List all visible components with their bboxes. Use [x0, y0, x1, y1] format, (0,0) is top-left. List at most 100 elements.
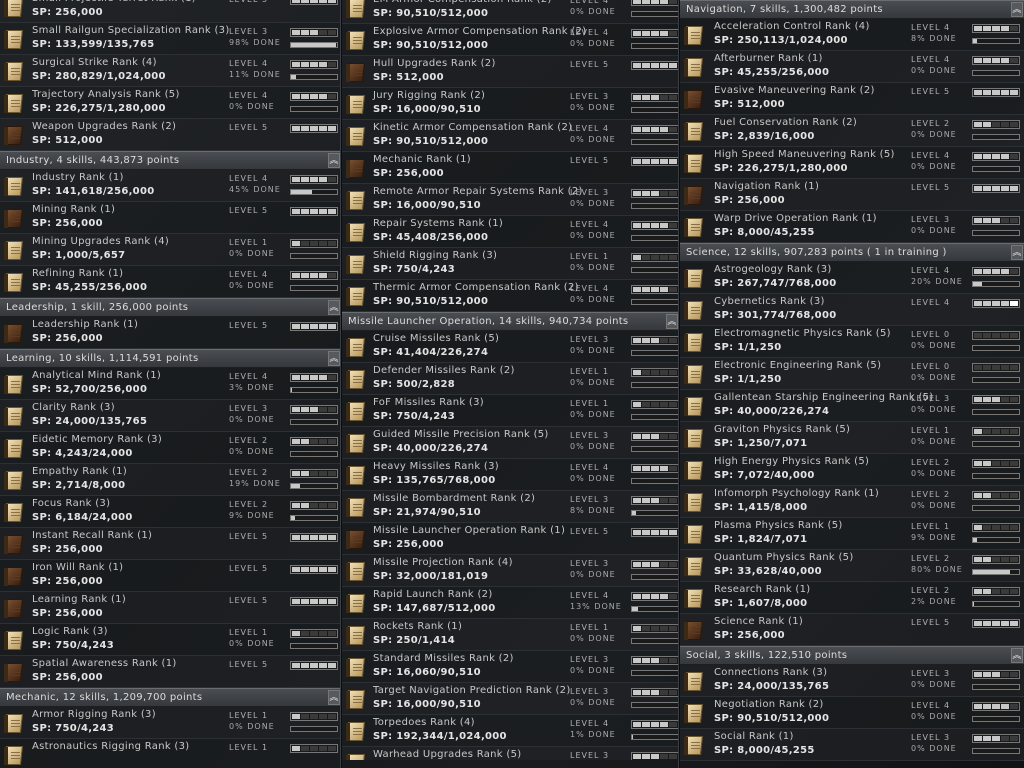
- skill-row[interactable]: Rapid Launch Rank (2) SP: 147,687/512,000…: [342, 587, 679, 619]
- skill-points: SP: 256,000: [32, 333, 103, 344]
- skill-name: Social Rank (1): [714, 731, 794, 742]
- group-header-navigation[interactable]: Navigation, 7 skills, 1,300,482 points ︽: [680, 0, 1024, 19]
- skill-row[interactable]: Shield Rigging Rank (3) SP: 750/4,243 LEVE…: [342, 248, 679, 280]
- collapse-icon[interactable]: ︽: [328, 300, 340, 315]
- skill-row[interactable]: Target Navigation Prediction Rank (2) SP:…: [342, 683, 679, 715]
- group-header-leadership[interactable]: Leadership, 1 skill, 256,000 points ︽: [0, 298, 341, 317]
- skill-row[interactable]: Social Rank (1) SP: 8,000/45,255 LEVEL 3 0%…: [680, 729, 1024, 761]
- training-progress-bar: [631, 11, 679, 17]
- skill-row[interactable]: Thermic Armor Compensation Rank (2) SP: 9…: [342, 280, 679, 312]
- skill-row[interactable]: Mechanic Rank (1) SP: 256,000 LEVEL 5: [342, 152, 679, 184]
- skill-row[interactable]: Standard Missiles Rank (2) SP: 16,060/90,…: [342, 651, 679, 683]
- skillbook-icon: [684, 459, 704, 481]
- skill-row[interactable]: Connections Rank (3) SP: 24,000/135,765 LE…: [680, 665, 1024, 697]
- group-header-learning[interactable]: Learning, 10 skills, 1,114,591 points ︽: [0, 349, 341, 368]
- skill-row[interactable]: Rockets Rank (1) SP: 250/1,414 LEVEL 1 0% D…: [342, 619, 679, 651]
- skill-row[interactable]: Warp Drive Operation Rank (1) SP: 8,000/4…: [680, 211, 1024, 243]
- skill-row[interactable]: Missile Projection Rank (4) SP: 32,000/18…: [342, 555, 679, 587]
- skill-row[interactable]: FoF Missiles Rank (3) SP: 750/4,243 LEVEL …: [342, 395, 679, 427]
- level-progress-text: 0% DONE: [911, 405, 957, 414]
- skill-row[interactable]: Gallentean Starship Engineering Rank (5)…: [680, 390, 1024, 422]
- skill-row[interactable]: Astronautics Rigging Rank (3) LEVEL 1: [0, 739, 341, 768]
- skill-row[interactable]: Missile Launcher Operation Rank (1) SP: 2…: [342, 523, 679, 555]
- skill-row[interactable]: Jury Rigging Rank (2) SP: 16,000/90,510 LE…: [342, 88, 679, 120]
- group-header-industry[interactable]: Industry, 4 skills, 443,873 points ︽: [0, 151, 341, 170]
- skill-row[interactable]: Cybernetics Rank (3) SP: 301,774/768,000 L…: [680, 294, 1024, 326]
- skill-row[interactable]: Astrogeology Rank (3) SP: 267,747/768,000…: [680, 262, 1024, 294]
- skill-row[interactable]: Iron Will Rank (1) SP: 256,000 LEVEL 5: [0, 560, 341, 592]
- skill-row[interactable]: Cruise Missiles Rank (5) SP: 41,404/226,2…: [342, 331, 679, 363]
- skill-row[interactable]: EM Armor Compensation Rank (2) SP: 90,510…: [342, 0, 679, 24]
- skill-points: SP: 16,000/90,510: [373, 104, 481, 115]
- skill-row[interactable]: Electronic Engineering Rank (5) SP: 1/1,2…: [680, 358, 1024, 390]
- collapse-icon[interactable]: ︽: [328, 153, 340, 168]
- skill-row[interactable]: Evasive Maneuvering Rank (2) SP: 512,000 L…: [680, 83, 1024, 115]
- collapse-icon[interactable]: ︽: [1011, 2, 1023, 17]
- skill-row[interactable]: Quantum Physics Rank (5) SP: 33,628/40,00…: [680, 550, 1024, 582]
- skill-row[interactable]: Explosive Armor Compensation Rank (2) SP:…: [342, 24, 679, 56]
- skill-row[interactable]: Electromagnetic Physics Rank (5) SP: 1/1,…: [680, 326, 1024, 358]
- skill-row[interactable]: Heavy Missiles Rank (3) SP: 135,765/768,0…: [342, 459, 679, 491]
- skillbook-icon: [4, 712, 24, 734]
- group-header-science[interactable]: Science, 12 skills, 907,283 points ( 1 i…: [680, 243, 1024, 262]
- skill-row[interactable]: Logic Rank (3) SP: 750/4,243 LEVEL 1 0% DON…: [0, 624, 341, 656]
- skill-row[interactable]: Missile Bombardment Rank (2) SP: 21,974/9…: [342, 491, 679, 523]
- skill-row[interactable]: Empathy Rank (1) SP: 2,714/8,000 LEVEL 2 19…: [0, 464, 341, 496]
- skill-row[interactable]: Instant Recall Rank (1) SP: 256,000 LEVEL …: [0, 528, 341, 560]
- skill-level: LEVEL 2: [229, 468, 269, 477]
- skill-row[interactable]: High Energy Physics Rank (5) SP: 7,072/40…: [680, 454, 1024, 486]
- collapse-icon[interactable]: ︽: [328, 690, 340, 705]
- group-header-social[interactable]: Social, 3 skills, 122,510 points ︽: [680, 646, 1024, 665]
- skill-row[interactable]: Acceleration Control Rank (4) SP: 250,113…: [680, 19, 1024, 51]
- skill-row[interactable]: Hull Upgrades Rank (2) SP: 512,000 LEVEL 5: [342, 56, 679, 88]
- collapse-icon[interactable]: ︽: [1011, 648, 1023, 663]
- skill-row[interactable]: Remote Armor Repair Systems Rank (2) SP: …: [342, 184, 679, 216]
- skill-row[interactable]: High Speed Maneuvering Rank (5) SP: 226,2…: [680, 147, 1024, 179]
- skill-row[interactable]: Eidetic Memory Rank (3) SP: 4,243/24,000 L…: [0, 432, 341, 464]
- skill-row[interactable]: Warhead Upgrades Rank (5) LEVEL 3: [342, 747, 679, 760]
- skill-row[interactable]: Mining Rank (1) SP: 256,000 LEVEL 5: [0, 202, 341, 234]
- skill-points: SP: 45,255/256,000: [32, 282, 148, 293]
- skill-row[interactable]: Negotiation Rank (2) SP: 90,510/512,000 LE…: [680, 697, 1024, 729]
- skill-points: SP: 24,000/135,765: [714, 681, 830, 692]
- skill-points: SP: 135,765/768,000: [373, 475, 496, 486]
- skill-row[interactable]: Defender Missiles Rank (2) SP: 500/2,828 L…: [342, 363, 679, 395]
- skill-row[interactable]: Guided Missile Precision Rank (5) SP: 40,…: [342, 427, 679, 459]
- skill-row[interactable]: Repair Systems Rank (1) SP: 45,408/256,00…: [342, 216, 679, 248]
- skill-row[interactable]: Spatial Awareness Rank (1) SP: 256,000 LEV…: [0, 656, 341, 688]
- collapse-icon[interactable]: ︽: [666, 314, 678, 329]
- skill-row[interactable]: Surgical Strike Rank (4) SP: 280,829/1,02…: [0, 55, 341, 87]
- skill-row[interactable]: Weapon Upgrades Rank (2) SP: 512,000 LEVEL…: [0, 119, 341, 151]
- skill-row[interactable]: Fuel Conservation Rank (2) SP: 2,839/16,0…: [680, 115, 1024, 147]
- skill-row[interactable]: Small Projectile Turret Rank (1) SP: 256,…: [0, 0, 341, 23]
- skill-row[interactable]: Analytical Mind Rank (1) SP: 52,700/256,0…: [0, 368, 341, 400]
- skill-row[interactable]: Afterburner Rank (1) SP: 45,255/256,000 LE…: [680, 51, 1024, 83]
- skill-row[interactable]: Research Rank (1) SP: 1,607/8,000 LEVEL 2 2…: [680, 582, 1024, 614]
- skill-row[interactable]: Science Rank (1) SP: 256,000 LEVEL 5: [680, 614, 1024, 646]
- skill-row[interactable]: Leadership Rank (1) SP: 256,000 LEVEL 5: [0, 317, 341, 349]
- skill-row[interactable]: Focus Rank (3) SP: 6,184/24,000 LEVEL 2 9% …: [0, 496, 341, 528]
- skill-row[interactable]: Graviton Physics Rank (5) SP: 1,250/7,071…: [680, 422, 1024, 454]
- skill-row[interactable]: Kinetic Armor Compensation Rank (2) SP: 9…: [342, 120, 679, 152]
- group-header-missile-launcher-operation[interactable]: Missile Launcher Operation, 14 skills, 9…: [342, 312, 679, 331]
- skill-row[interactable]: Infomorph Psychology Rank (1) SP: 1,415/8…: [680, 486, 1024, 518]
- collapse-icon[interactable]: ︽: [328, 351, 340, 366]
- skill-row[interactable]: Torpedoes Rank (4) SP: 192,344/1,024,000 L…: [342, 715, 679, 747]
- skill-points: SP: 21,974/90,510: [373, 507, 481, 518]
- skill-name: Mining Rank (1): [32, 204, 116, 215]
- skill-level: LEVEL 5: [229, 596, 269, 605]
- skill-row[interactable]: Industry Rank (1) SP: 141,618/256,000 LEVE…: [0, 170, 341, 202]
- skill-row[interactable]: Mining Upgrades Rank (4) SP: 1,000/5,657 L…: [0, 234, 341, 266]
- skill-row[interactable]: Trajectory Analysis Rank (5) SP: 226,275/…: [0, 87, 341, 119]
- skill-row[interactable]: Plasma Physics Rank (5) SP: 1,824/7,071 LE…: [680, 518, 1024, 550]
- collapse-icon[interactable]: ︽: [1011, 245, 1023, 260]
- skill-name: Electromagnetic Physics Rank (5): [714, 328, 891, 339]
- skill-row[interactable]: Clarity Rank (3) SP: 24,000/135,765 LEVEL …: [0, 400, 341, 432]
- skill-row[interactable]: Refining Rank (1) SP: 45,255/256,000 LEVEL…: [0, 266, 341, 298]
- skill-row[interactable]: Learning Rank (1) SP: 256,000 LEVEL 5: [0, 592, 341, 624]
- skillbook-icon: [346, 592, 366, 614]
- skill-row[interactable]: Navigation Rank (1) SP: 256,000 LEVEL 5: [680, 179, 1024, 211]
- group-header-mechanic[interactable]: Mechanic, 12 skills, 1,209,700 points ︽: [0, 688, 341, 707]
- skill-row[interactable]: Small Railgun Specialization Rank (3) SP:…: [0, 23, 341, 55]
- skill-row[interactable]: Armor Rigging Rank (3) SP: 750/4,243 LEVEL…: [0, 707, 341, 739]
